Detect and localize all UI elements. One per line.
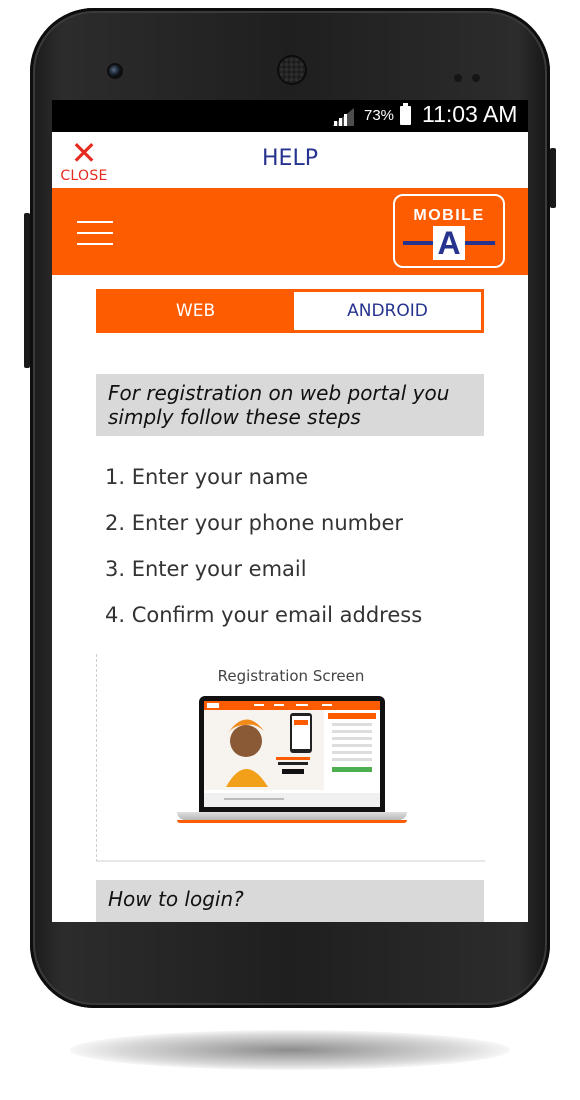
tab-web[interactable]: WEB: [99, 292, 292, 330]
page-title: HELP: [262, 146, 318, 171]
front-camera: [109, 65, 121, 77]
registration-steps: 1. Enter your name 2. Enter your phone n…: [105, 464, 422, 648]
list-item: 2. Enter your phone number: [105, 511, 403, 535]
laptop-screen: [199, 696, 385, 812]
platform-tabs: WEB ANDROID: [96, 289, 484, 333]
earpiece-speaker: [279, 57, 305, 83]
tab-android[interactable]: ANDROID: [294, 292, 481, 330]
battery-percent: 73%: [364, 107, 395, 124]
list-item: 1. Enter your name: [105, 465, 309, 489]
device-shadow: [70, 1030, 510, 1070]
proximity-sensor: [454, 74, 462, 82]
battery-icon: [400, 103, 411, 125]
login-heading[interactable]: How to login?: [96, 880, 484, 922]
signal-icon: [332, 108, 354, 126]
app-screen: ✕ CLOSE HELP MOBILE A WEB ANDROID For re…: [52, 132, 528, 922]
screenshot-caption: Registration Screen: [217, 667, 365, 685]
light-sensor: [472, 74, 480, 82]
mobile-a-logo: MOBILE A: [393, 194, 505, 268]
power-button: [550, 148, 556, 208]
list-item: 4. Confirm your email address: [105, 603, 423, 627]
registration-heading: For registration on web portal you simpl…: [96, 374, 484, 436]
logo-letter: A: [433, 226, 465, 260]
registration-screen-image: [204, 701, 380, 807]
menu-icon[interactable]: [77, 221, 113, 245]
volume-button: [24, 213, 30, 368]
top-bar: ✕ CLOSE HELP: [52, 132, 528, 188]
registration-screenshot-panel: Registration Screen: [96, 654, 485, 862]
laptop-illustration: [177, 694, 407, 824]
list-item: 3. Enter your email: [105, 557, 307, 581]
clock: 11:03 AM: [422, 101, 518, 127]
status-bar: 73% 11:03 AM: [52, 100, 528, 132]
laptop-base: [177, 812, 407, 823]
app-header: MOBILE A: [52, 188, 528, 275]
logo-word: MOBILE: [413, 207, 485, 224]
